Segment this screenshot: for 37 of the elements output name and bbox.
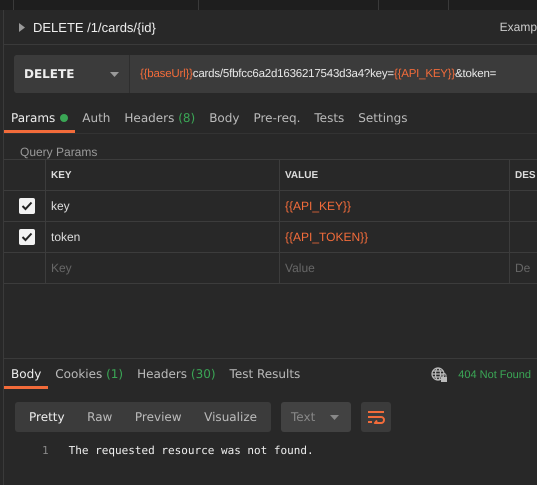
column-header: VALUE: [280, 160, 510, 190]
response-text: The requested resource was not found.: [68, 444, 314, 457]
table-cell[interactable]: token: [46, 222, 280, 252]
view-mode-tab[interactable]: Preview: [126, 402, 190, 432]
request-tab[interactable]: Tests: [307, 105, 352, 133]
view-mode-tab[interactable]: Pretty: [21, 402, 73, 432]
column-header: DES: [514, 168, 537, 182]
table-cell[interactable]: key: [46, 191, 280, 221]
checkbox[interactable]: [19, 229, 35, 245]
request-tab[interactable]: Settings: [351, 105, 414, 133]
response-tab[interactable]: Body: [4, 361, 48, 389]
caret-icon: [330, 414, 339, 420]
examples-link[interactable]: Examp: [500, 20, 537, 34]
request-tab[interactable]: Body: [202, 105, 246, 133]
request-tab[interactable]: Pre-req.: [246, 105, 308, 133]
table-cell[interactable]: {{API_TOKEN}}: [280, 222, 510, 252]
request-title: DELETE /1/cards/{id}: [33, 20, 156, 34]
view-mode-tab[interactable]: Raw: [79, 402, 120, 432]
request-tab[interactable]: Params: [4, 105, 76, 133]
method-dropdown[interactable]: DELETE: [14, 55, 130, 93]
expand-triangle-icon[interactable]: [19, 22, 25, 32]
wrap-lines-button[interactable]: [361, 402, 391, 432]
wrap-lines-icon: [367, 410, 385, 424]
checkbox[interactable]: [19, 198, 35, 214]
request-tab[interactable]: Auth: [75, 105, 118, 133]
column-header: KEY: [46, 160, 280, 190]
request-tab[interactable]: Headers (8): [117, 105, 202, 133]
table-cell[interactable]: {{API_KEY}}: [280, 191, 510, 221]
response-tab[interactable]: Headers (30): [130, 361, 223, 389]
globe-lock-icon[interactable]: [431, 367, 448, 383]
response-tab[interactable]: Test Results: [222, 361, 308, 389]
status-text: 404 Not Found: [458, 369, 531, 381]
line-number: 1: [42, 444, 49, 457]
response-tab[interactable]: Cookies (1): [48, 361, 130, 389]
url-field[interactable]: {{baseUrl}}cards/5fbfcc6a2d1636217543d3a4?key={{API_KEY}}&token=: [130, 55, 537, 93]
caret-icon: [110, 72, 119, 76]
view-mode-tab[interactable]: Visualize: [196, 402, 265, 432]
